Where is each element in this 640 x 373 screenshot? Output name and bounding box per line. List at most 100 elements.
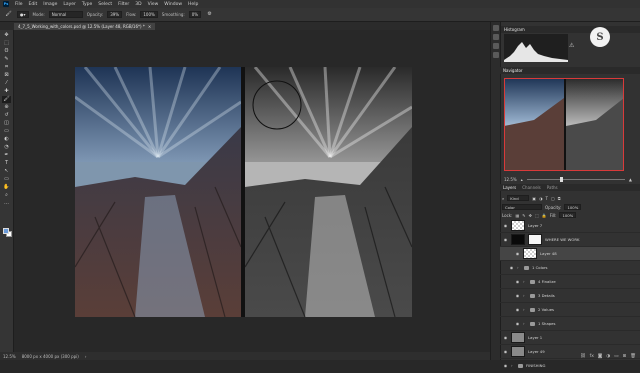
blur-icon[interactable]: ◐: [2, 136, 11, 143]
close-icon[interactable]: ×: [148, 24, 151, 29]
zoom-out-icon[interactable]: ▴: [521, 177, 523, 182]
filter-smart-icon[interactable]: ⧉: [558, 196, 561, 201]
visibility-eye-icon[interactable]: ◉: [515, 293, 520, 298]
menu-view[interactable]: View: [148, 2, 159, 7]
filter-type-icon[interactable]: T: [546, 196, 548, 201]
layer-group-row[interactable]: ◉ › 3 Details: [500, 289, 640, 303]
zoom-slider-knob[interactable]: [560, 176, 564, 182]
visibility-eye-icon[interactable]: ◉: [503, 223, 508, 228]
layer-group-row[interactable]: ◉ › 1 Shapes: [500, 317, 640, 331]
layer-name[interactable]: WHERE WE WORK: [545, 237, 579, 242]
zoom-icon[interactable]: ⌕: [2, 192, 11, 199]
layer-mask-thumbnail[interactable]: [528, 234, 542, 245]
eraser-icon[interactable]: ◫: [2, 120, 11, 127]
add-mask-icon[interactable]: ◙: [598, 354, 602, 359]
chevron-right-icon[interactable]: ›: [523, 321, 527, 326]
navigator-view-box[interactable]: [504, 78, 624, 171]
navigator-zoom-value[interactable]: 12.5%: [504, 177, 517, 182]
menu-window[interactable]: Window: [164, 2, 182, 7]
layer-name[interactable]: 1 Shapes: [538, 321, 556, 326]
photoshop-logo[interactable]: Ps: [3, 1, 9, 7]
menu-edit[interactable]: Edit: [29, 2, 38, 7]
clone-stamp-icon[interactable]: ⊕: [2, 104, 11, 111]
history-panel-icon[interactable]: [493, 25, 499, 31]
visibility-eye-icon[interactable]: ◉: [515, 307, 520, 312]
layer-name[interactable]: 4 Finalize: [538, 279, 556, 284]
chevron-right-icon[interactable]: ›: [523, 279, 527, 284]
visibility-eye-icon[interactable]: ◉: [515, 321, 520, 326]
layer-name[interactable]: Layer 1: [528, 335, 542, 340]
chevron-right-icon[interactable]: ›: [511, 363, 515, 368]
tab-histogram[interactable]: Histogram: [504, 27, 525, 32]
mode-select[interactable]: Normal: [48, 11, 83, 18]
chevron-right-icon[interactable]: ›: [523, 293, 527, 298]
menu-file[interactable]: File: [15, 2, 23, 7]
layer-group-row[interactable]: ◉ › 4 Finalize: [500, 275, 640, 289]
menu-help[interactable]: Help: [188, 2, 198, 7]
pen-icon[interactable]: ✒: [2, 152, 11, 159]
hand-icon[interactable]: ✋: [2, 184, 11, 191]
tab-navigator[interactable]: Navigator: [503, 68, 523, 73]
settings-gear-icon[interactable]: ⚙: [205, 11, 214, 18]
swatches-panel-icon[interactable]: [493, 52, 499, 58]
layer-row[interactable]: ◉ WHERE WE WORK: [500, 233, 640, 247]
adjustment-layer-icon[interactable]: ◑: [606, 354, 610, 359]
navigator-preview[interactable]: [504, 78, 624, 171]
filter-pixel-icon[interactable]: ▣: [532, 196, 536, 201]
eyedropper-icon[interactable]: ⁄: [2, 80, 11, 87]
chevron-right-icon[interactable]: ›: [523, 307, 527, 312]
brush-preset-icon[interactable]: 🖌: [4, 11, 13, 18]
healing-icon[interactable]: ✚: [2, 88, 11, 95]
layer-group-row[interactable]: ◉ › 2 Values: [500, 303, 640, 317]
move-icon[interactable]: ✥: [2, 32, 11, 39]
visibility-eye-icon[interactable]: ◉: [515, 279, 520, 284]
layer-fill-input[interactable]: 100%: [559, 212, 577, 218]
menu-filter[interactable]: Filter: [118, 2, 129, 7]
lock-paint-icon[interactable]: ✎: [522, 213, 525, 218]
marquee-icon[interactable]: ⬚: [2, 40, 11, 47]
frame-icon[interactable]: ⊠: [2, 72, 11, 79]
more-icon[interactable]: …: [2, 200, 11, 207]
tab-layers[interactable]: Layers: [503, 185, 516, 190]
brush-icon[interactable]: 🖌: [2, 96, 11, 103]
layer-thumbnail[interactable]: [511, 332, 525, 343]
layer-row[interactable]: ◉ Layer 48: [500, 247, 640, 261]
layer-thumbnail[interactable]: [523, 248, 537, 259]
menu-select[interactable]: Select: [98, 2, 112, 7]
history-brush-icon[interactable]: ↺: [2, 112, 11, 119]
visibility-eye-icon[interactable]: ◉: [503, 237, 508, 242]
visibility-eye-icon[interactable]: ◉: [515, 251, 520, 256]
menu-layer[interactable]: Layer: [63, 2, 76, 7]
blend-mode-select[interactable]: Color: [502, 204, 542, 210]
menu-image[interactable]: Image: [43, 2, 57, 7]
type-icon[interactable]: T: [2, 160, 11, 167]
lasso-icon[interactable]: ʘ: [2, 48, 11, 55]
layer-name[interactable]: FINISHING: [526, 363, 545, 368]
document-canvas[interactable]: [75, 67, 412, 317]
path-select-icon[interactable]: ↖: [2, 168, 11, 175]
layer-opacity-input[interactable]: 100%: [564, 204, 582, 210]
properties-panel-icon[interactable]: [493, 34, 499, 40]
tab-channels[interactable]: Channels: [522, 185, 541, 190]
warning-icon[interactable]: ⚠: [569, 42, 574, 49]
layer-name[interactable]: 2 Values: [538, 307, 554, 312]
crop-icon[interactable]: ⌗: [2, 64, 11, 71]
flow-input[interactable]: 100%: [140, 11, 158, 18]
dodge-icon[interactable]: ◔: [2, 144, 11, 151]
lock-pixels-icon[interactable]: ▦: [515, 213, 519, 218]
layer-name[interactable]: Layer 48: [540, 251, 557, 256]
smoothing-input[interactable]: 0%: [188, 11, 202, 18]
navigator-zoom-slider[interactable]: [526, 176, 625, 182]
layer-row[interactable]: ◉ Layer 7: [500, 219, 640, 233]
trash-icon[interactable]: 🗑: [630, 354, 636, 359]
layer-group-row[interactable]: ◉ › 1 Colors: [500, 261, 640, 275]
chevron-right-icon[interactable]: ›: [517, 265, 521, 270]
visibility-eye-icon[interactable]: ◉: [503, 363, 508, 368]
chevron-right-icon[interactable]: ›: [85, 354, 87, 359]
opacity-input[interactable]: 39%: [107, 11, 123, 18]
menu-3d[interactable]: 3D: [135, 2, 141, 7]
layer-name[interactable]: Layer 7: [528, 223, 542, 228]
visibility-eye-icon[interactable]: ◉: [509, 265, 514, 270]
menu-type[interactable]: Type: [82, 2, 92, 7]
new-group-icon[interactable]: ▭: [614, 354, 618, 359]
